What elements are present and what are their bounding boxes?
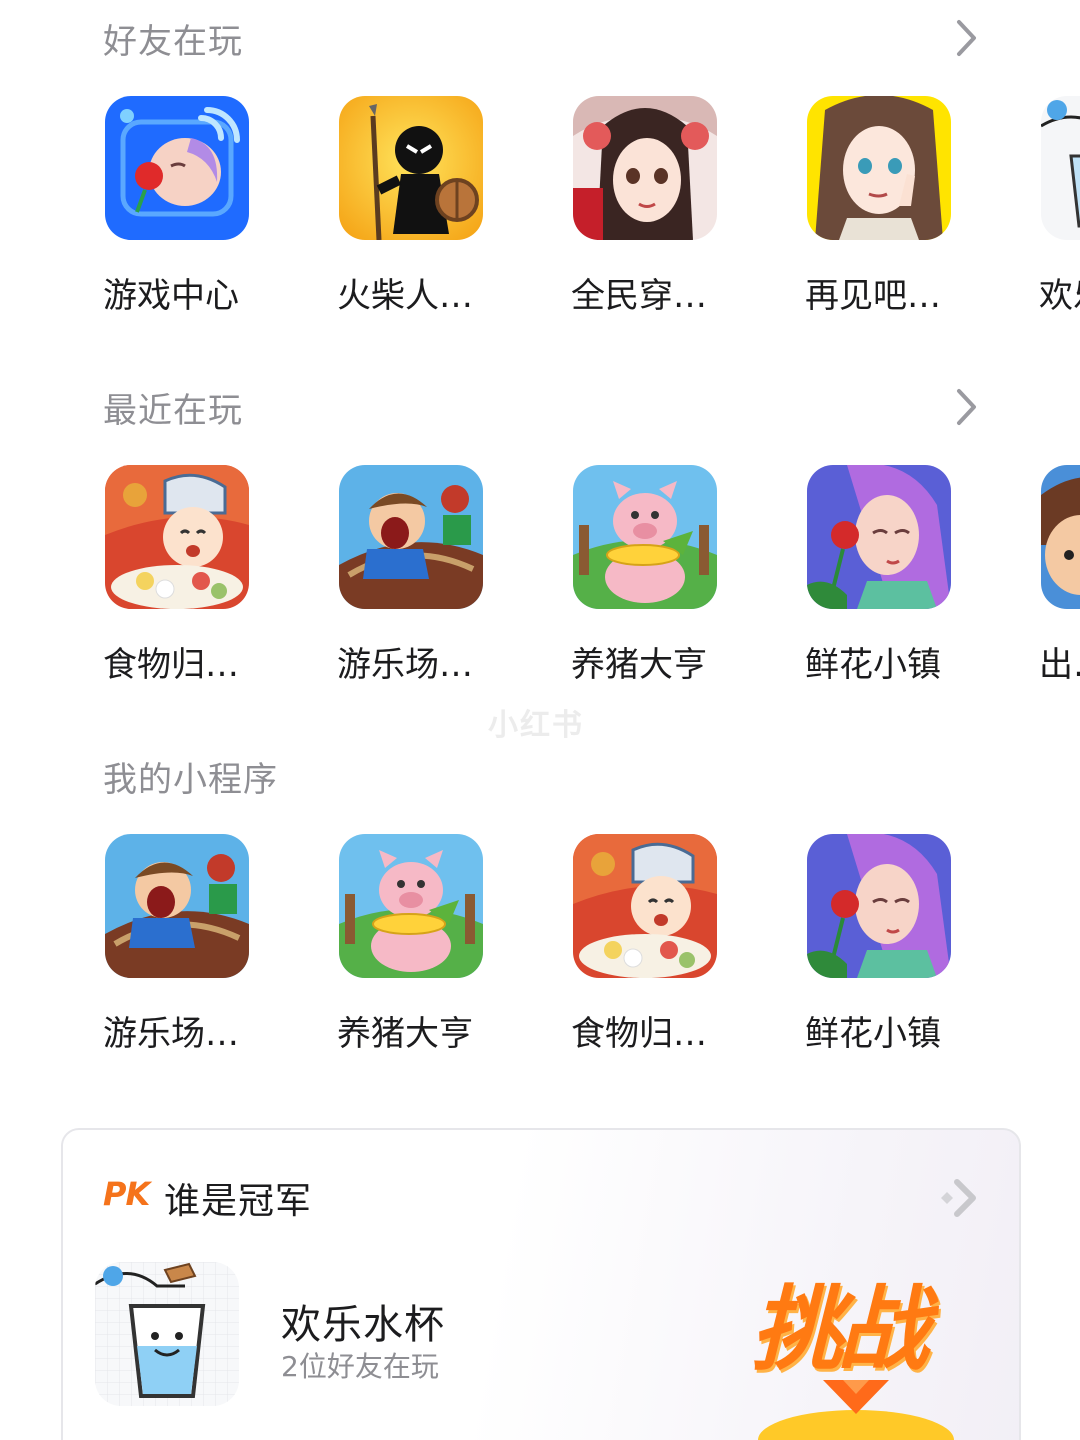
pig-corn-icon	[339, 834, 483, 978]
app-tile[interactable]: 游乐场…	[337, 465, 507, 686]
app-tile[interactable]: 火柴人…	[337, 96, 507, 317]
friends-playing-header[interactable]: 好友在玩	[103, 8, 980, 68]
app-tile[interactable]: 食物归…	[571, 834, 741, 1055]
app-label: 全民穿…	[571, 276, 707, 316]
app-tile[interactable]: 鲜花小镇	[805, 465, 975, 686]
app-tile[interactable]: 欢乐水杯	[1039, 96, 1080, 317]
mini-program-page: 好友在玩 游戏中心 火柴人… 全民穿… 再见吧… 欢 最近在玩 食物归… 游乐场…	[0, 0, 1080, 1440]
my-mini-programs-row: 游乐场… 养猪大亨 食物归… 鲜花小镇	[0, 834, 1080, 1064]
stickman-spear-icon	[339, 96, 483, 240]
anime-girl-peace-icon	[807, 96, 951, 240]
recently-played-header[interactable]: 最近在玩	[103, 377, 980, 437]
cartoon-boy-icon	[1041, 465, 1080, 609]
app-label: 游戏中心	[103, 276, 239, 316]
app-label: 养猪大亨	[571, 645, 707, 685]
double-chevron-right-icon[interactable]	[935, 1174, 983, 1226]
section-title: 最近在玩	[103, 390, 243, 431]
app-label: 食物归…	[571, 1014, 707, 1054]
pk-card[interactable]: PK 谁是冠军 欢乐水杯 2位好友在玩 挑战	[61, 1128, 1021, 1440]
app-tile[interactable]: 养猪大亨	[571, 465, 741, 686]
chef-boy-food-icon	[573, 834, 717, 978]
water-cup-icon[interactable]	[95, 1262, 239, 1406]
app-label: 游乐场…	[103, 1014, 239, 1054]
pk-game-name: 欢乐水杯	[281, 1302, 445, 1348]
app-label: 鲜花小镇	[805, 1014, 941, 1054]
anime-girl-roses-icon	[573, 96, 717, 240]
app-label: 火柴人…	[337, 276, 473, 316]
chef-boy-food-icon	[105, 465, 249, 609]
challenge-arrow-icon	[758, 1380, 954, 1440]
game-center-icon	[105, 96, 249, 240]
app-tile[interactable]: 食物归…	[103, 465, 273, 686]
app-tile[interactable]: 出…	[1039, 465, 1080, 686]
watermark: 小红书	[488, 708, 584, 743]
app-label: 欢乐水杯	[1039, 276, 1080, 316]
app-label: 食物归…	[103, 645, 239, 685]
app-tile[interactable]: 鲜花小镇	[805, 834, 975, 1055]
app-tile[interactable]: 再见吧…	[805, 96, 975, 317]
app-label: 鲜花小镇	[805, 645, 941, 685]
my-mini-programs-header: 我的小程序	[103, 746, 980, 806]
app-tile[interactable]: 全民穿…	[571, 96, 741, 317]
app-label: 出…	[1039, 645, 1080, 685]
pk-game-subtitle: 2位好友在玩	[281, 1350, 439, 1383]
chevron-right-icon[interactable]	[954, 387, 980, 427]
app-label: 游乐场…	[337, 645, 473, 685]
pk-title: 谁是冠军	[164, 1181, 313, 1222]
app-label: 养猪大亨	[337, 1014, 473, 1054]
app-tile[interactable]: 游乐场…	[103, 834, 273, 1055]
pig-corn-icon	[573, 465, 717, 609]
app-tile[interactable]: 养猪大亨	[337, 834, 507, 1055]
app-tile[interactable]: 游戏中心	[103, 96, 273, 317]
girl-rose-icon	[807, 834, 951, 978]
friends-playing-row: 游戏中心 火柴人… 全民穿… 再见吧… 欢	[0, 96, 1080, 326]
rollercoaster-boy-icon	[105, 834, 249, 978]
recently-played-row: 食物归… 游乐场… 养猪大亨 鲜花小镇 出	[0, 465, 1080, 695]
chevron-right-icon[interactable]	[954, 18, 980, 58]
section-title: 我的小程序	[103, 759, 278, 800]
app-label: 再见吧…	[805, 276, 941, 316]
challenge-button[interactable]: 挑战	[751, 1255, 961, 1440]
section-title: 好友在玩	[103, 21, 243, 62]
girl-rose-icon	[807, 465, 951, 609]
rollercoaster-boy-icon	[339, 465, 483, 609]
pk-badge: PK	[103, 1175, 150, 1213]
water-cup-icon	[1041, 96, 1080, 240]
challenge-label: 挑战	[751, 1276, 929, 1383]
